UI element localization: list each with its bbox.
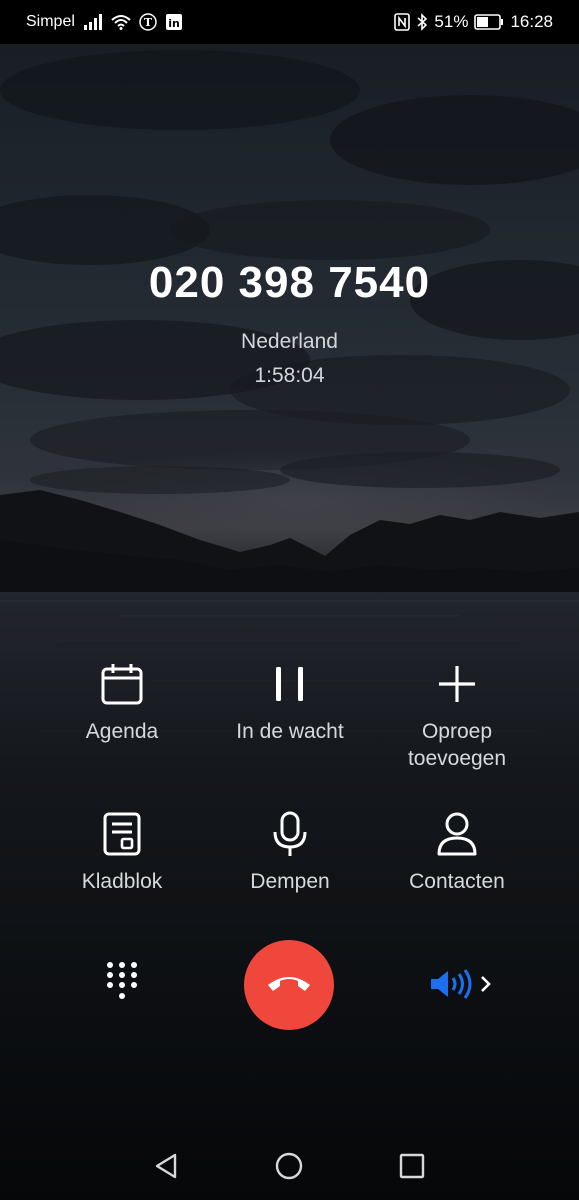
back-button[interactable] [146,1150,186,1186]
mute-label: Dempen [250,870,330,893]
end-call-icon [265,971,313,1000]
call-duration: 1:58:04 [254,364,325,387]
back-icon [153,1152,179,1185]
wifi-icon [111,14,131,30]
contacts-button[interactable]: Contacten [362,810,552,895]
signal-icon [83,14,103,30]
contacts-icon [362,810,552,858]
agenda-button[interactable]: Agenda [27,660,217,745]
telegraaf-icon: T [139,13,157,31]
recents-button[interactable] [392,1150,432,1186]
caller-location: Nederland [241,330,338,353]
clock: 16:28 [510,12,553,31]
nfc-icon [394,13,411,31]
hold-button[interactable]: In de wacht [195,660,385,745]
contacts-label: Contacten [409,870,505,893]
navigation-bar [0,1130,579,1200]
carrier-name: Simpel [26,13,75,30]
agenda-label: Agenda [85,720,159,743]
home-button[interactable] [269,1150,309,1186]
speaker-icon [429,968,497,1005]
hold-label: In de wacht [236,720,344,743]
svg-text:in: in [168,17,180,30]
battery-percentage: 51% [434,12,469,31]
add-call-button[interactable]: Oproep toevoegen [362,660,552,772]
calendar-icon [27,660,217,708]
home-icon [274,1151,304,1186]
add-call-label: Oproep toevoegen [407,720,507,770]
status-bar: Simpel T in 51% 16:28 [0,0,579,44]
caller-number: 020 398 7540 [148,258,431,307]
plus-icon [362,660,552,708]
dialpad-button[interactable] [100,960,144,1008]
notepad-label: Kladblok [81,870,163,893]
linkedin-icon: in [165,13,183,31]
caller-info: 020 398 7540 Nederland 1:58:04 [0,258,579,388]
mute-button[interactable]: Dempen [195,810,385,895]
bluetooth-icon [416,13,428,31]
notepad-button[interactable]: Kladblok [27,810,217,895]
svg-text:T: T [144,16,153,29]
microphone-icon [195,810,385,858]
pause-icon [195,660,385,708]
speaker-button[interactable] [428,964,498,1008]
battery-icon [474,14,504,30]
notepad-icon [27,810,217,858]
in-call-screen: Simpel T in 51% 16:28 020 398 7540 Neder… [0,0,579,1200]
end-call-button[interactable] [244,940,334,1030]
recents-icon [398,1152,426,1185]
dialpad-icon [105,960,139,1009]
